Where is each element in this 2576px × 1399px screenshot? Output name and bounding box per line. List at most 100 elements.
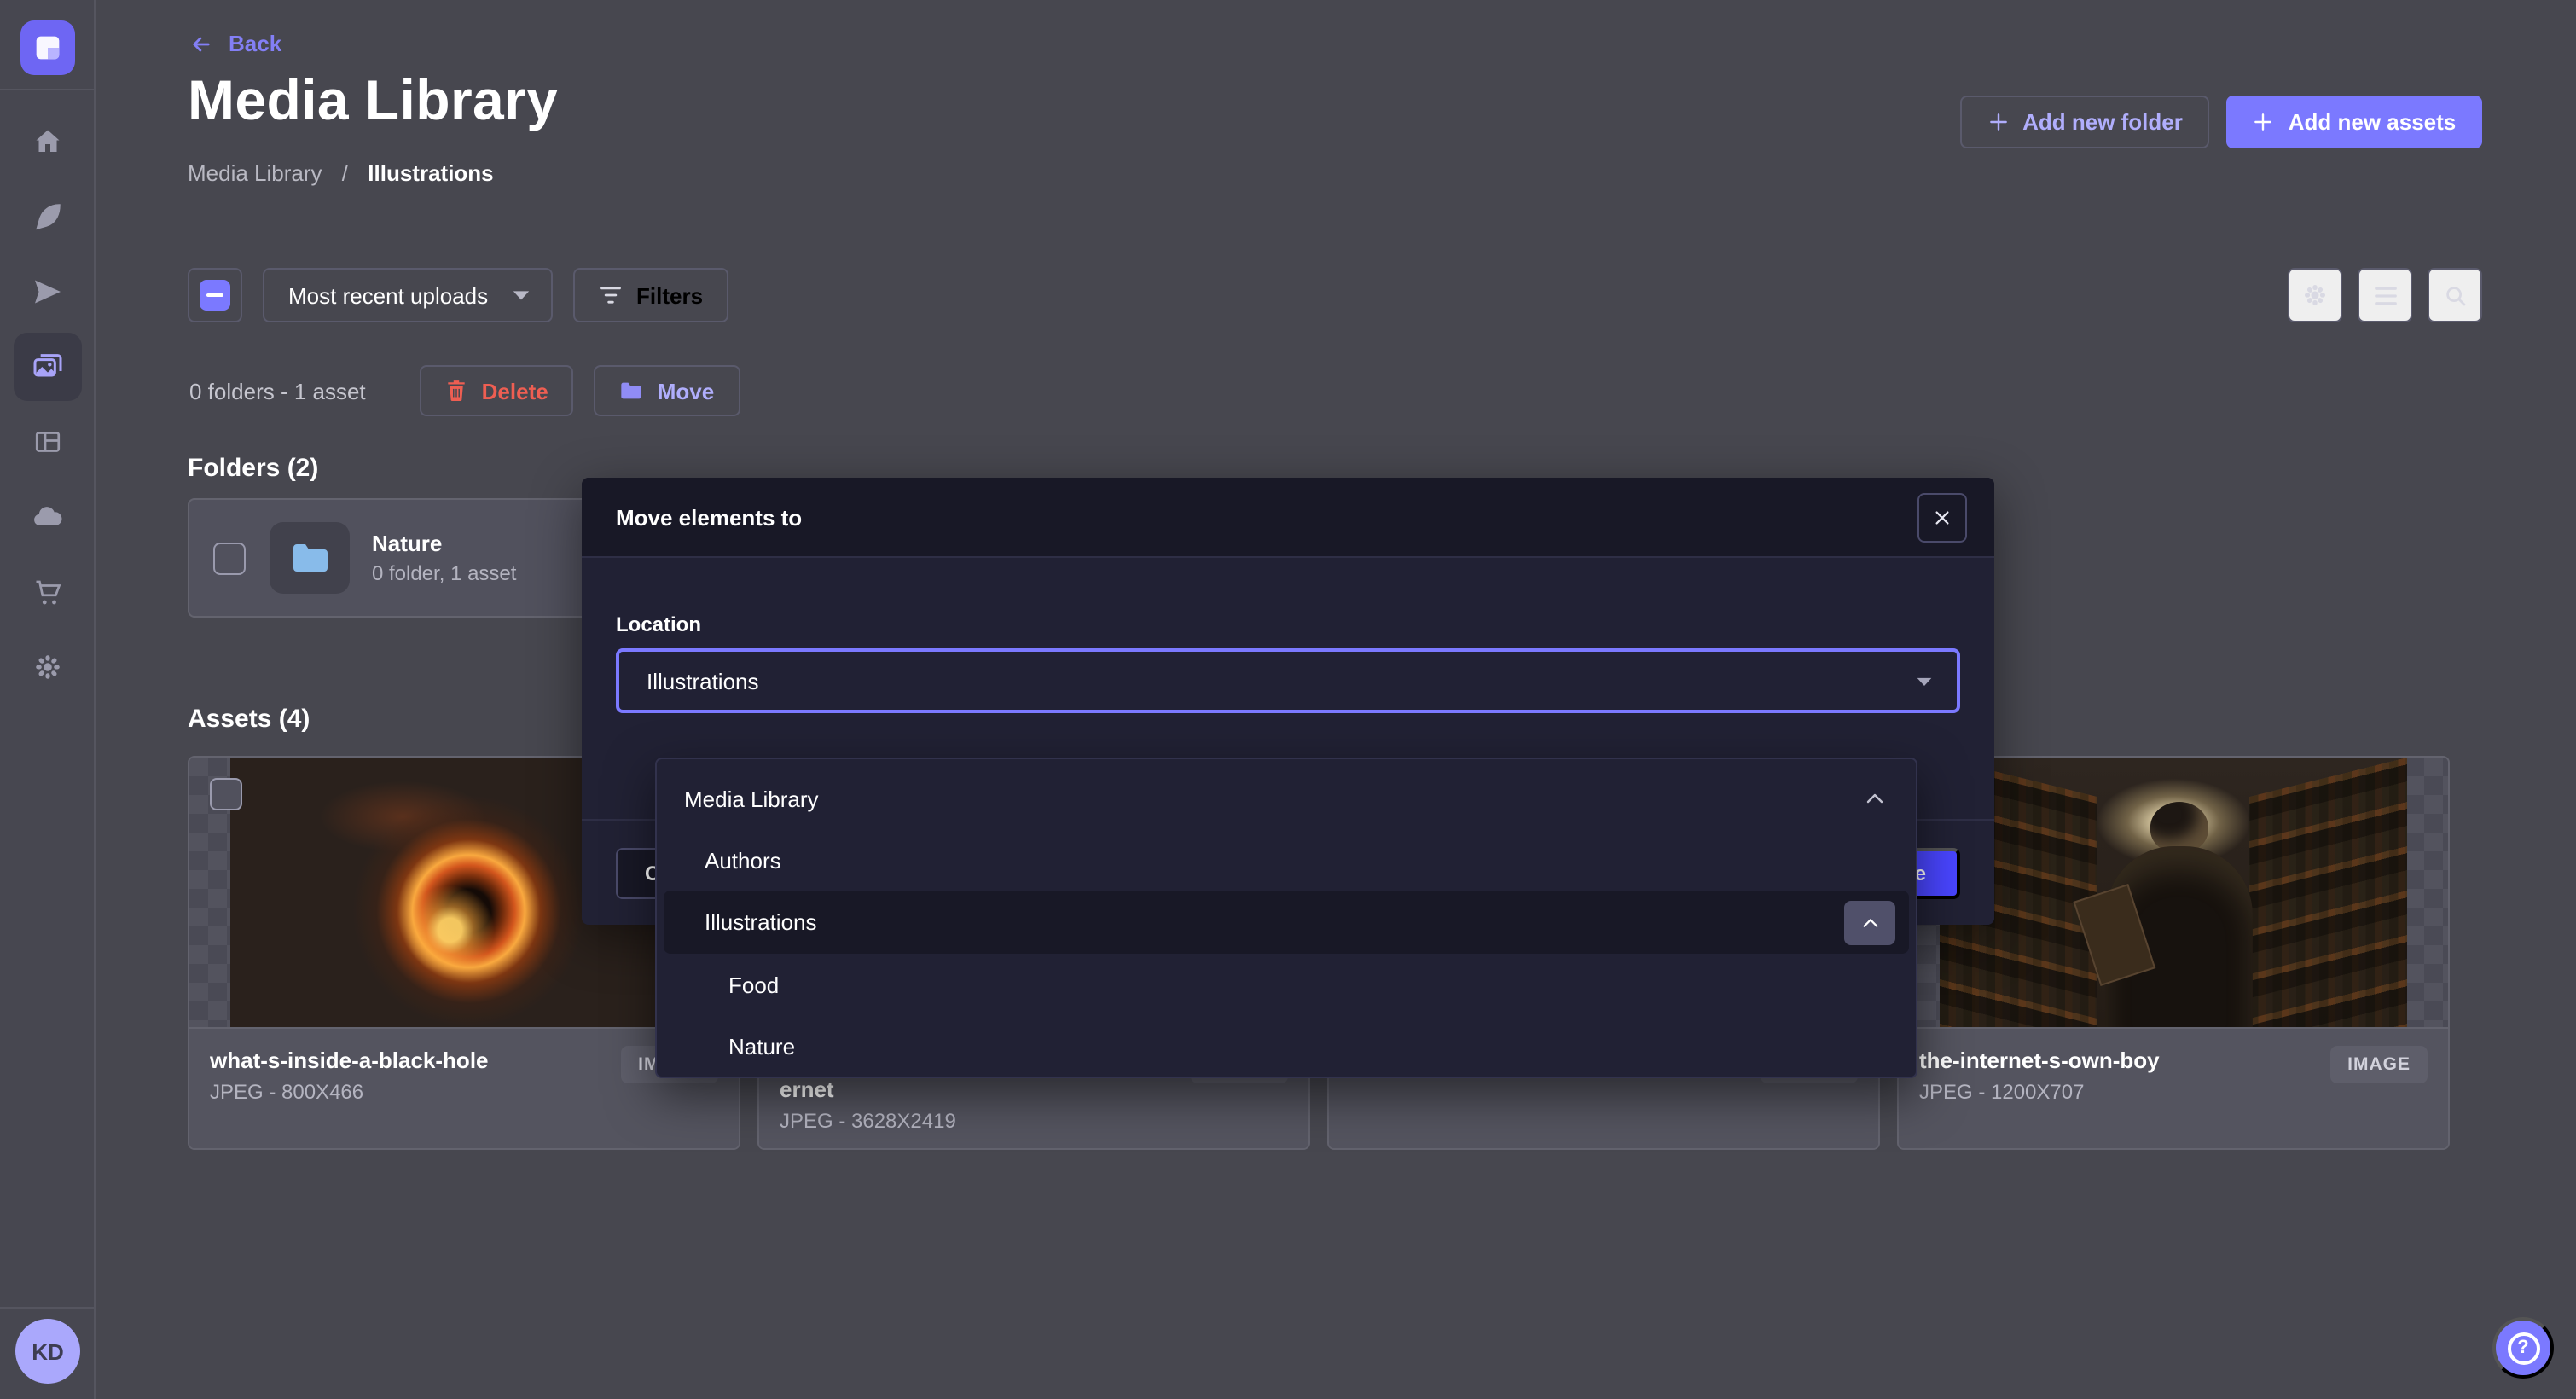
move-button[interactable]: Move	[595, 365, 740, 416]
help-button[interactable]: ?	[2492, 1317, 2554, 1379]
sidebar-item-media-library[interactable]	[14, 333, 82, 401]
sidebar: KD	[0, 0, 96, 1399]
sidebar-divider	[0, 89, 96, 90]
modal-header: Move elements to	[582, 478, 1994, 558]
question-mark-icon: ?	[2507, 1332, 2539, 1364]
page-title: Media Library	[188, 68, 558, 133]
sort-select[interactable]: Most recent uploads	[263, 268, 553, 322]
asset-meta: JPEG - 3628X2419	[780, 1109, 1288, 1133]
sort-select-value: Most recent uploads	[288, 282, 488, 308]
layout-icon	[32, 427, 63, 457]
sidebar-item-content-type-builder[interactable]	[14, 408, 82, 476]
search-button[interactable]	[2428, 268, 2482, 322]
library-photo	[1940, 758, 2407, 1027]
dropdown-item-label: Food	[728, 972, 779, 997]
asset-checkbox[interactable]	[210, 778, 242, 810]
sidebar-item-home[interactable]	[14, 107, 82, 176]
plus-icon	[2253, 111, 2275, 133]
gear-icon	[2301, 282, 2329, 309]
toolbar: Most recent uploads Filters	[188, 268, 728, 322]
dropdown-item-label: Authors	[705, 847, 781, 873]
cloud-icon	[31, 500, 65, 534]
sidebar-item-deploy[interactable]	[14, 483, 82, 551]
assets-heading: Assets (4)	[188, 705, 310, 734]
modal-close-button[interactable]	[1917, 492, 1967, 542]
collapse-children-button[interactable]	[1844, 900, 1895, 944]
search-icon	[2442, 282, 2468, 308]
dropdown-item-label: Nature	[728, 1033, 795, 1059]
folder-info: Nature 0 folder, 1 asset	[372, 531, 516, 585]
dropdown-item-authors[interactable]: Authors	[657, 829, 1916, 891]
dropdown-item-label: Media Library	[684, 786, 819, 811]
sidebar-item-release[interactable]	[14, 258, 82, 326]
breadcrumb-parent[interactable]: Media Library	[188, 160, 322, 186]
asset-type-badge: IMAGE	[2330, 1046, 2428, 1083]
asset-meta: JPEG - 800X466	[210, 1080, 718, 1104]
avatar[interactable]: KD	[15, 1319, 80, 1384]
close-icon	[1933, 508, 1952, 526]
dropdown-item-illustrations[interactable]: Illustrations	[664, 891, 1909, 954]
location-select[interactable]: Illustrations	[616, 648, 1960, 713]
folder-name: Nature	[372, 531, 516, 556]
gear-icon	[32, 652, 63, 682]
sidebar-item-content-manager[interactable]	[14, 183, 82, 251]
filters-label: Filters	[636, 282, 703, 308]
dropdown-item-label: Illustrations	[705, 909, 817, 935]
app-window: KD Back Media Library Media Library / Il…	[0, 0, 2576, 1399]
location-dropdown: Media Library Authors Illustrations Food…	[655, 758, 1917, 1078]
add-new-folder-label: Add new folder	[2022, 109, 2183, 135]
back-label: Back	[229, 31, 281, 56]
delete-button[interactable]: Delete	[421, 365, 574, 416]
select-all-checkbox[interactable]	[188, 268, 242, 322]
folder-checkbox[interactable]	[213, 542, 246, 574]
filter-icon	[599, 285, 623, 305]
sidebar-item-settings[interactable]	[14, 633, 82, 701]
arrow-left-icon	[188, 32, 215, 55]
dropdown-item-nature[interactable]: Nature	[657, 1015, 1916, 1077]
list-icon	[2372, 284, 2398, 306]
person-figure	[2106, 802, 2253, 1027]
modal-title: Move elements to	[616, 504, 802, 530]
strapi-logo[interactable]	[20, 20, 75, 75]
selection-bar: 0 folders - 1 asset Delete Move	[189, 365, 740, 416]
modal-body: Location Illustrations	[582, 558, 1994, 713]
avatar-initials: KD	[32, 1338, 64, 1364]
add-new-folder-button[interactable]: Add new folder	[1960, 96, 2209, 148]
location-select-value: Illustrations	[647, 668, 759, 694]
filters-button[interactable]: Filters	[573, 268, 728, 322]
cart-icon	[32, 577, 63, 607]
folder-icon	[289, 541, 330, 575]
back-link[interactable]: Back	[188, 31, 281, 56]
folder-count: 0 folder, 1 asset	[372, 561, 516, 585]
trash-icon	[446, 379, 468, 403]
feather-icon	[32, 201, 63, 232]
location-label: Location	[616, 612, 1960, 636]
move-label: Move	[658, 378, 714, 403]
selection-summary: 0 folders - 1 asset	[189, 378, 366, 403]
list-view-button[interactable]	[2358, 268, 2412, 322]
caret-down-icon	[1916, 675, 1933, 687]
bookshelf-right	[2249, 758, 2407, 1027]
home-icon	[32, 126, 63, 157]
asset-card-footer: the-internet-s-own-boy JPEG - 1200X707 I…	[1899, 1027, 2448, 1150]
breadcrumb: Media Library / Illustrations	[188, 160, 494, 186]
grid-settings-button[interactable]	[2288, 268, 2342, 322]
breadcrumb-current: Illustrations	[368, 160, 493, 186]
delete-label: Delete	[482, 378, 548, 403]
dropdown-item-food[interactable]: Food	[657, 954, 1916, 1015]
sidebar-divider	[0, 1307, 96, 1309]
images-icon	[31, 350, 65, 384]
add-new-assets-button[interactable]: Add new assets	[2226, 96, 2482, 148]
dropdown-item-media-library[interactable]: Media Library	[657, 768, 1916, 829]
plus-icon	[1987, 111, 2009, 133]
add-new-assets-label: Add new assets	[2289, 109, 2457, 135]
folder-thumb	[270, 522, 350, 594]
caret-down-icon	[512, 288, 531, 302]
paper-plane-icon	[32, 276, 63, 307]
sidebar-item-marketplace[interactable]	[14, 558, 82, 626]
view-options	[2288, 268, 2482, 322]
folder-icon	[620, 380, 644, 401]
checkbox-indeterminate-icon	[200, 280, 230, 311]
chevron-up-icon[interactable]	[1865, 792, 1885, 805]
breadcrumb-separator: /	[342, 160, 348, 186]
